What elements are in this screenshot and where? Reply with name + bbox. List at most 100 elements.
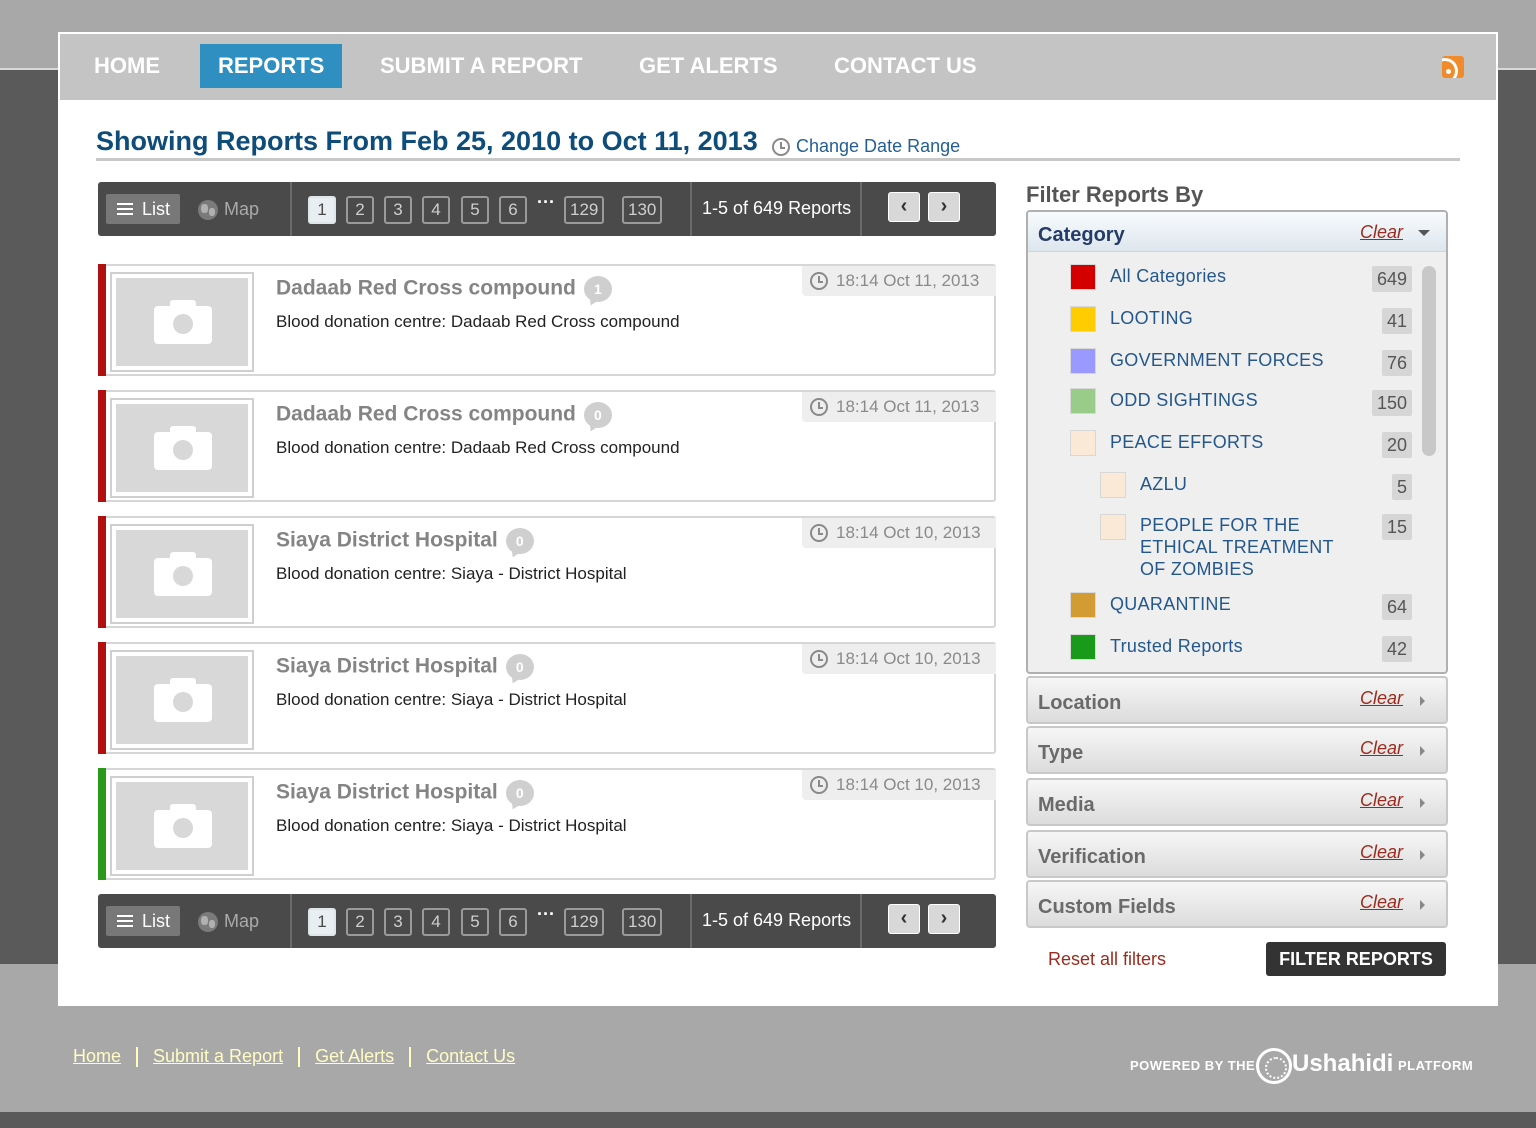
- page-button[interactable]: 1: [308, 196, 336, 224]
- page-button[interactable]: 3: [384, 196, 412, 224]
- report-description: Blood donation centre: Dadaab Red Cross …: [276, 438, 680, 457]
- filter-section-verification[interactable]: Verification Clear: [1026, 830, 1448, 878]
- page-button[interactable]: 6: [499, 908, 527, 936]
- clock-icon: [810, 398, 828, 416]
- report-title-link[interactable]: Siaya District Hospital 0: [276, 654, 534, 680]
- category-label[interactable]: AZLU: [1140, 473, 1187, 495]
- list-view-label: List: [142, 199, 171, 219]
- category-count: 64: [1381, 594, 1412, 620]
- report-description: Blood donation centre: Siaya - District …: [276, 690, 627, 709]
- category-swatch: [1070, 306, 1096, 332]
- ushahidi-logo-icon[interactable]: [1256, 1048, 1292, 1084]
- nav-contact-us[interactable]: CONTACT US: [816, 44, 995, 88]
- report-card[interactable]: Dadaab Red Cross compound 1 Blood donatio…: [98, 264, 996, 376]
- filter-section-label: Type: [1038, 742, 1084, 764]
- clear-filter-link[interactable]: Clear: [1360, 892, 1403, 913]
- category-scrollbar[interactable]: [1422, 266, 1436, 456]
- footer-link-home[interactable]: Home: [73, 1046, 121, 1067]
- prev-page-button[interactable]: ‹: [888, 192, 920, 222]
- report-count: 1-5 of 649 Reports: [702, 910, 852, 930]
- category-filter-header[interactable]: Category Clear: [1028, 212, 1446, 252]
- footer-nav: Home Submit a Report Get Alerts Contact …: [73, 1046, 515, 1067]
- page-button[interactable]: 5: [461, 196, 489, 224]
- filter-section-type[interactable]: Type Clear: [1026, 726, 1448, 774]
- page-button[interactable]: 4: [422, 908, 450, 936]
- report-thumbnail[interactable]: [110, 650, 254, 750]
- list-view-button[interactable]: List: [106, 906, 181, 936]
- filter-section-custom-fields[interactable]: Custom Fields Clear: [1026, 880, 1448, 928]
- report-date-text: 18:14 Oct 10, 2013: [836, 775, 981, 794]
- clear-filter-link[interactable]: Clear: [1360, 790, 1403, 811]
- next-page-button[interactable]: ›: [928, 904, 960, 934]
- report-title: Siaya District Hospital: [276, 780, 498, 804]
- nav-reports[interactable]: REPORTS: [200, 44, 343, 88]
- report-date: 18:14 Oct 11, 2013: [802, 266, 996, 296]
- report-title-link[interactable]: Dadaab Red Cross compound 1: [276, 276, 612, 302]
- nav-submit-report[interactable]: SUBMIT A REPORT: [362, 44, 600, 88]
- page-button[interactable]: 2: [346, 908, 374, 936]
- change-date-range-link[interactable]: Change Date Range: [772, 136, 960, 157]
- nav-get-alerts[interactable]: GET ALERTS: [621, 44, 796, 88]
- report-date-text: 18:14 Oct 11, 2013: [836, 397, 980, 416]
- report-card[interactable]: Dadaab Red Cross compound 0 Blood donatio…: [98, 390, 996, 502]
- filter-section-location[interactable]: Location Clear: [1026, 676, 1448, 724]
- report-card[interactable]: Siaya District Hospital 0 Blood donation …: [98, 642, 996, 754]
- footer-link-submit-report[interactable]: Submit a Report: [153, 1046, 283, 1067]
- category-label[interactable]: ODD SIGHTINGS: [1110, 389, 1258, 411]
- report-thumbnail[interactable]: [110, 272, 254, 372]
- category-label[interactable]: Trusted Reports: [1110, 635, 1243, 657]
- page-button[interactable]: 2: [346, 196, 374, 224]
- filter-reports-button[interactable]: FILTER REPORTS: [1266, 942, 1446, 976]
- clock-icon: [810, 650, 828, 668]
- list-icon: [117, 203, 133, 215]
- report-thumbnail[interactable]: [110, 524, 254, 624]
- prev-page-button[interactable]: ‹: [888, 904, 920, 934]
- page-button[interactable]: 6: [499, 196, 527, 224]
- map-view-label: Map: [224, 911, 260, 931]
- footer-link-contact-us[interactable]: Contact Us: [426, 1046, 515, 1067]
- nav-home[interactable]: HOME: [76, 44, 178, 88]
- map-view-button[interactable]: Map: [190, 194, 269, 224]
- page-button[interactable]: 5: [461, 908, 489, 936]
- category-label[interactable]: QUARANTINE: [1110, 593, 1231, 615]
- pager-divider: [860, 182, 862, 236]
- category-label[interactable]: PEACE EFFORTS: [1110, 431, 1264, 453]
- category-swatch: [1100, 472, 1126, 498]
- map-view-button[interactable]: Map: [190, 906, 269, 936]
- clear-filter-link[interactable]: Clear: [1360, 738, 1403, 759]
- report-card[interactable]: Siaya District Hospital 0 Blood donation …: [98, 516, 996, 628]
- ushahidi-brand[interactable]: Ushahidi: [1292, 1050, 1393, 1078]
- report-description: Blood donation centre: Dadaab Red Cross …: [276, 312, 680, 331]
- category-label[interactable]: All Categories: [1110, 265, 1226, 287]
- page-button[interactable]: 4: [422, 196, 450, 224]
- category-label[interactable]: LOOTING: [1110, 307, 1193, 329]
- footer-link-get-alerts[interactable]: Get Alerts: [315, 1046, 394, 1067]
- list-view-button[interactable]: List: [106, 194, 181, 224]
- category-label[interactable]: GOVERNMENT FORCES: [1110, 349, 1324, 371]
- report-title-link[interactable]: Siaya District Hospital 0: [276, 528, 534, 554]
- clear-filter-link[interactable]: Clear: [1360, 842, 1403, 863]
- category-label[interactable]: PEOPLE FOR THE ETHICAL TREATMENT OF ZOMB…: [1140, 514, 1350, 580]
- change-date-range-label: Change Date Range: [796, 136, 961, 156]
- reset-filters-link[interactable]: Reset all filters: [1048, 949, 1166, 970]
- clear-category-link[interactable]: Clear: [1360, 222, 1403, 243]
- category-color-bar: [98, 264, 106, 376]
- page-button[interactable]: 130: [622, 196, 663, 224]
- page-button[interactable]: 130: [622, 908, 663, 936]
- report-title-link[interactable]: Dadaab Red Cross compound 0: [276, 402, 612, 428]
- camera-icon: [154, 678, 212, 722]
- main-container: HOME REPORTS SUBMIT A REPORT GET ALERTS …: [58, 32, 1498, 1006]
- report-thumbnail[interactable]: [110, 398, 254, 498]
- report-thumbnail[interactable]: [110, 776, 254, 876]
- next-page-button[interactable]: ›: [928, 192, 960, 222]
- report-title-link[interactable]: Siaya District Hospital 0: [276, 780, 534, 806]
- category-filter-label: Category: [1038, 224, 1125, 246]
- page-button[interactable]: 129: [564, 908, 605, 936]
- page-button[interactable]: 129: [564, 196, 605, 224]
- report-card[interactable]: Siaya District Hospital 0 Blood donation …: [98, 768, 996, 880]
- filter-section-media[interactable]: Media Clear: [1026, 778, 1448, 826]
- page-button[interactable]: 3: [384, 908, 412, 936]
- page-button[interactable]: 1: [308, 908, 336, 936]
- rss-icon[interactable]: [1442, 56, 1464, 78]
- clear-filter-link[interactable]: Clear: [1360, 688, 1403, 709]
